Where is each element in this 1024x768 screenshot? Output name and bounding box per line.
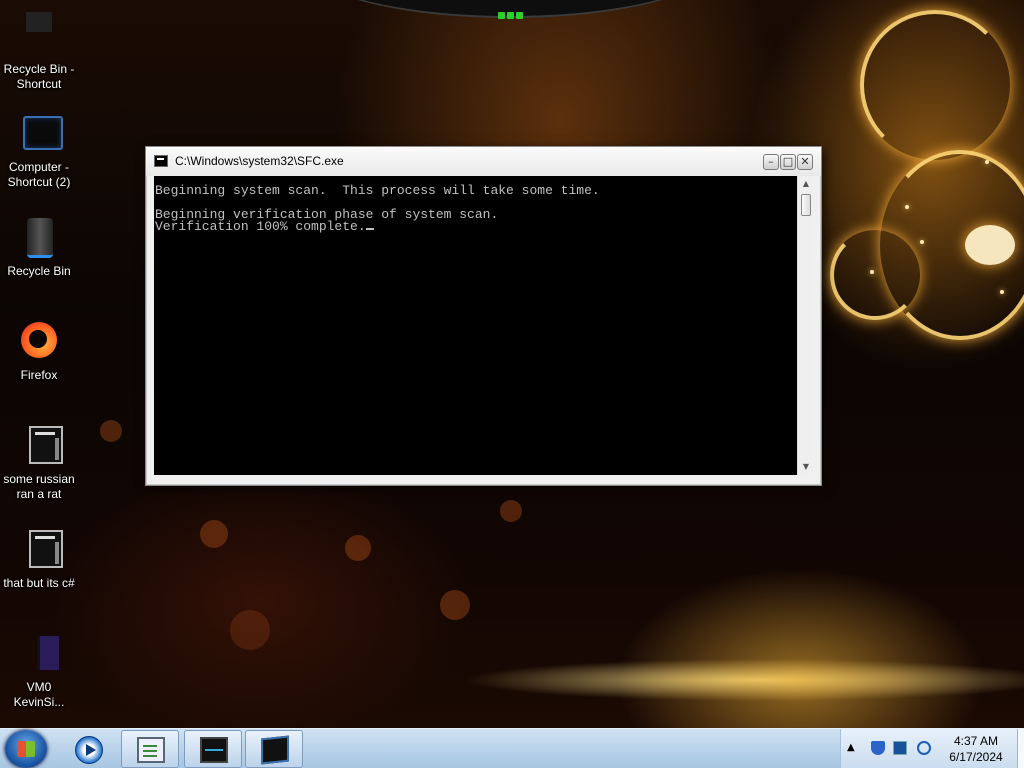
desktop-icon-recycle-bin[interactable]: Recycle Bin <box>0 216 78 279</box>
console-app-icon <box>154 155 168 167</box>
wallpaper-swirl <box>830 230 920 320</box>
wallpaper-sparkle <box>985 160 989 164</box>
computer-icon <box>261 735 289 765</box>
wallpaper-leaf <box>965 225 1015 265</box>
show-desktop-button[interactable] <box>1017 729 1024 768</box>
close-button[interactable]: ✕ <box>797 154 813 170</box>
desktop-icon-label: that but its c# <box>3 576 75 590</box>
desktop-icon-recycle-bin-shortcut[interactable]: Recycle Bin - Shortcut <box>0 8 78 92</box>
text-cursor <box>365 228 374 230</box>
notepad-icon <box>137 737 165 763</box>
scroll-up-arrow-icon[interactable]: ▲ <box>798 176 814 192</box>
wallpaper-bokeh <box>500 500 522 522</box>
computer-icon <box>15 112 63 156</box>
wallpaper-bokeh <box>230 610 270 650</box>
window-titlebar[interactable]: C:\Windows\system32\SFC.exe – □ ✕ <box>146 147 821 176</box>
wallpaper-sparkle <box>920 240 924 244</box>
desktop-icon-vm0-kevinsi[interactable]: VM0 KevinSi... <box>0 632 78 710</box>
taskbar-item-task-monitor[interactable] <box>184 730 242 768</box>
desktop-icon-firefox[interactable]: Firefox <box>0 320 78 383</box>
file-icon <box>15 424 63 468</box>
recycle-bin-shortcut-icon <box>15 12 63 58</box>
security-shield-icon[interactable] <box>871 741 885 755</box>
wallpaper-sparkle <box>1000 290 1004 294</box>
scroll-thumb[interactable] <box>801 194 811 216</box>
scroll-down-arrow-icon[interactable]: ▼ <box>798 459 814 475</box>
taskbar-item-media-player[interactable] <box>66 730 112 768</box>
sfc-console-window[interactable]: C:\Windows\system32\SFC.exe – □ ✕ Beginn… <box>145 146 822 486</box>
file-icon <box>15 528 63 572</box>
document-icon <box>15 632 63 676</box>
wallpaper-sparkle <box>870 270 874 274</box>
maximize-button[interactable]: □ <box>780 154 796 170</box>
show-hidden-icons-arrow-icon[interactable]: ▲ <box>847 742 855 753</box>
console-text: Beginning system scan. This process will… <box>154 176 797 233</box>
minimize-button[interactable]: – <box>763 154 779 170</box>
action-center-icon[interactable] <box>893 741 907 755</box>
taskbar-item-notepad[interactable] <box>121 730 179 768</box>
start-button[interactable] <box>5 730 47 768</box>
media-player-icon <box>75 736 103 764</box>
window-title: C:\Windows\system32\SFC.exe <box>175 154 344 168</box>
desktop-icon-label: Recycle Bin <box>7 264 71 278</box>
taskbar-item-computer[interactable] <box>245 730 303 768</box>
desktop-icon-label: Computer - Shortcut (2) <box>7 160 71 189</box>
desktop-icon-some-russian-ran-a-rat[interactable]: some russian ran a rat <box>0 424 78 502</box>
console-scrollbar[interactable]: ▲ ▼ <box>797 176 813 475</box>
firefox-icon <box>15 320 63 364</box>
console-line-text: Verification 100% complete. <box>155 219 366 234</box>
recycle-bin-icon <box>15 216 63 260</box>
system-tray: ▲ 4:37 AM 6/17/2024 <box>840 729 1024 768</box>
desktop-icon-computer-shortcut[interactable]: Computer - Shortcut (2) <box>0 112 78 190</box>
desktop-icon-that-but-its-csharp[interactable]: that but its c# <box>0 528 78 591</box>
wallpaper-bokeh <box>200 520 228 548</box>
desktop-icon-label: VM0 KevinSi... <box>13 680 65 709</box>
wallpaper-swirl <box>860 10 1010 160</box>
taskbar-clock[interactable]: 4:37 AM 6/17/2024 <box>941 733 1011 765</box>
console-line: Verification 100% complete. <box>155 219 796 234</box>
clock-time: 4:37 AM <box>953 734 999 748</box>
taskbar: ▲ 4:37 AM 6/17/2024 <box>0 728 1024 768</box>
clock-date: 6/17/2024 <box>949 750 1003 764</box>
wallpaper-sparkle <box>905 205 909 209</box>
wallpaper-bokeh <box>345 535 371 561</box>
network-icon[interactable] <box>917 741 931 755</box>
wallpaper-green-lights <box>498 6 526 19</box>
desktop-icon-label: some russian ran a rat <box>3 472 75 501</box>
console-output[interactable]: Beginning system scan. This process will… <box>154 176 797 475</box>
monitor-icon <box>200 737 228 763</box>
wallpaper-bokeh <box>100 420 122 442</box>
desktop-icon-label: Recycle Bin - Shortcut <box>3 62 75 91</box>
desktop-icon-label: Firefox <box>20 368 58 382</box>
wallpaper-bokeh <box>440 590 470 620</box>
console-line: Beginning system scan. This process will… <box>155 183 600 198</box>
